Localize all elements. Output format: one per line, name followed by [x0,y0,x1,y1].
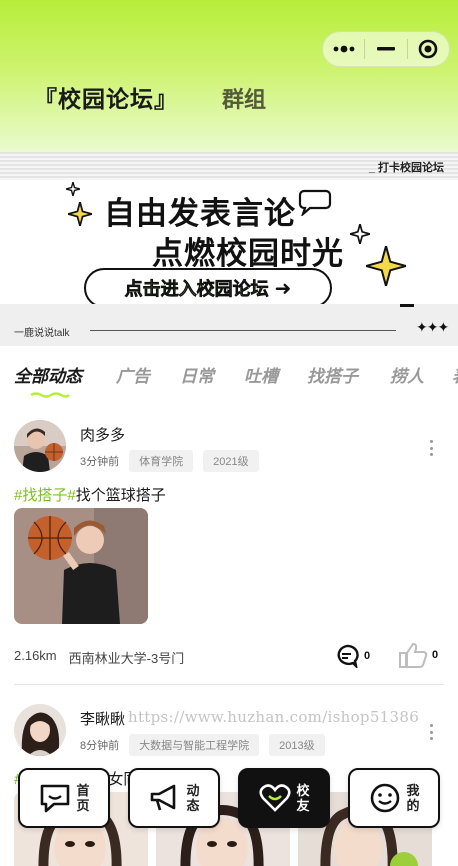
post-hashtag[interactable]: #找搭子# [14,487,76,504]
nav-home[interactable]: 首页 [18,768,110,828]
tab-rant[interactable]: 吐槽 [244,362,278,387]
post-text: 找个篮球搭子 [75,487,166,504]
grade-badge: 2021级 [203,450,259,472]
post-place: 西南林业大学-3号门 [68,651,185,666]
avatar[interactable] [14,420,66,472]
grade-badge: 2013级 [269,734,325,756]
nav-feed-label: 动态 [186,783,200,813]
comment-button[interactable]: 0 [334,644,370,668]
sparkle-icon [350,224,370,244]
bottom-nav: 首页 动态 校友 我的 [0,762,458,866]
header: 『校园论坛』 群组 [0,0,458,152]
post-card[interactable]: 肉多多 3分钟前 体育学院 2021级 #找搭子#找个篮球搭子 2.16km 西… [0,402,458,686]
college-badge: 体育学院 [129,450,194,472]
more-button[interactable] [323,32,364,66]
tab-campus-forum[interactable]: 『校园论坛』 [34,80,178,114]
sparkle-icon [68,202,92,226]
post-time: 3分钟前 [80,456,120,468]
sparkle-icon [366,246,406,286]
talk-divider [90,330,396,331]
post-meta: 3分钟前 体育学院 2021级 [80,450,259,472]
smiley-icon [371,783,400,813]
tab-fishing[interactable]: 捞人 [390,362,424,387]
close-button[interactable] [408,32,449,66]
post-content: #找搭子#找个篮球搭子 [14,484,166,505]
mini-program-capsule [322,31,450,67]
comment-icon [337,644,359,668]
checkin-stripe: _ 打卡校园论坛 [0,152,458,180]
post-author-name[interactable]: 肉多多 [80,424,125,445]
talk-bar: 一鹿说说talk ✦✦✦ [0,304,458,346]
nav-home-label: 首页 [76,783,90,813]
more-options-icon[interactable] [430,440,434,456]
college-badge: 大数据与智能工程学院 [129,734,260,756]
enter-forum-button[interactable]: 点击进入校园论坛 ➜ [84,268,332,308]
post-time: 8分钟前 [80,740,120,752]
minimize-button[interactable] [365,32,406,66]
target-icon [419,39,438,59]
sparkle-icon [66,182,80,196]
tab-daily[interactable]: 日常 [180,362,214,387]
comment-count: 0 [364,650,371,662]
nav-mine-label: 我的 [406,783,420,813]
nav-mine[interactable]: 我的 [348,768,440,828]
tab-all[interactable]: 全部动态 [14,362,82,387]
banner-headline-2: 点燃校园时光 [152,236,344,271]
banner-headline-1: 自由发表言论 [104,196,296,231]
arrow-right-icon: ➜ [274,277,292,300]
watermark: https://www.huzhan.com/ishop51386 [128,708,420,726]
nav-feed[interactable]: 动态 [128,768,220,828]
like-count: 0 [432,649,439,661]
nav-friends[interactable]: 校友 [238,768,330,828]
tab-groups[interactable]: 群组 [222,82,266,114]
post-image[interactable] [14,508,148,624]
speech-bubble-icon [298,189,332,216]
avatar[interactable] [14,704,66,756]
minimize-icon [376,47,395,51]
more-options-icon[interactable] [430,724,434,740]
enter-forum-label: 点击进入校园论坛 [124,279,269,300]
like-button[interactable]: 0 [398,642,438,668]
thumbs-up-icon [399,642,428,668]
post-location[interactable]: 2.16km 西南林业大学-3号门 [14,648,184,667]
talk-dash [400,304,414,307]
more-dots-icon [333,45,355,53]
tab-ads[interactable]: 广告 [116,362,150,387]
talk-label: 一鹿说说talk [14,328,70,339]
megaphone-icon [151,784,176,811]
home-chat-icon [41,784,70,813]
nav-friends-label: 校友 [296,783,310,813]
checkin-label[interactable]: _ 打卡校园论坛 [369,159,444,175]
forum-banner[interactable]: 自由发表言论 点燃校园时光 点击进入校园论坛 ➜ [0,180,458,327]
post-divider [14,684,444,685]
tab-find-partner[interactable]: 找搭子 [307,362,358,387]
category-tabs: 全部动态 广告 日常 吐槽 找搭子 捞人 表 [0,346,458,402]
heart-icon [259,784,292,812]
active-tab-indicator [30,392,70,398]
post-distance: 2.16km [14,648,57,663]
post-meta: 8分钟前 大数据与智能工程学院 2013级 [80,734,325,756]
stars-decoration: ✦✦✦ [416,319,449,335]
tab-confession[interactable]: 表 [452,362,458,387]
post-author-name[interactable]: 李瞅瞅 [80,708,125,729]
